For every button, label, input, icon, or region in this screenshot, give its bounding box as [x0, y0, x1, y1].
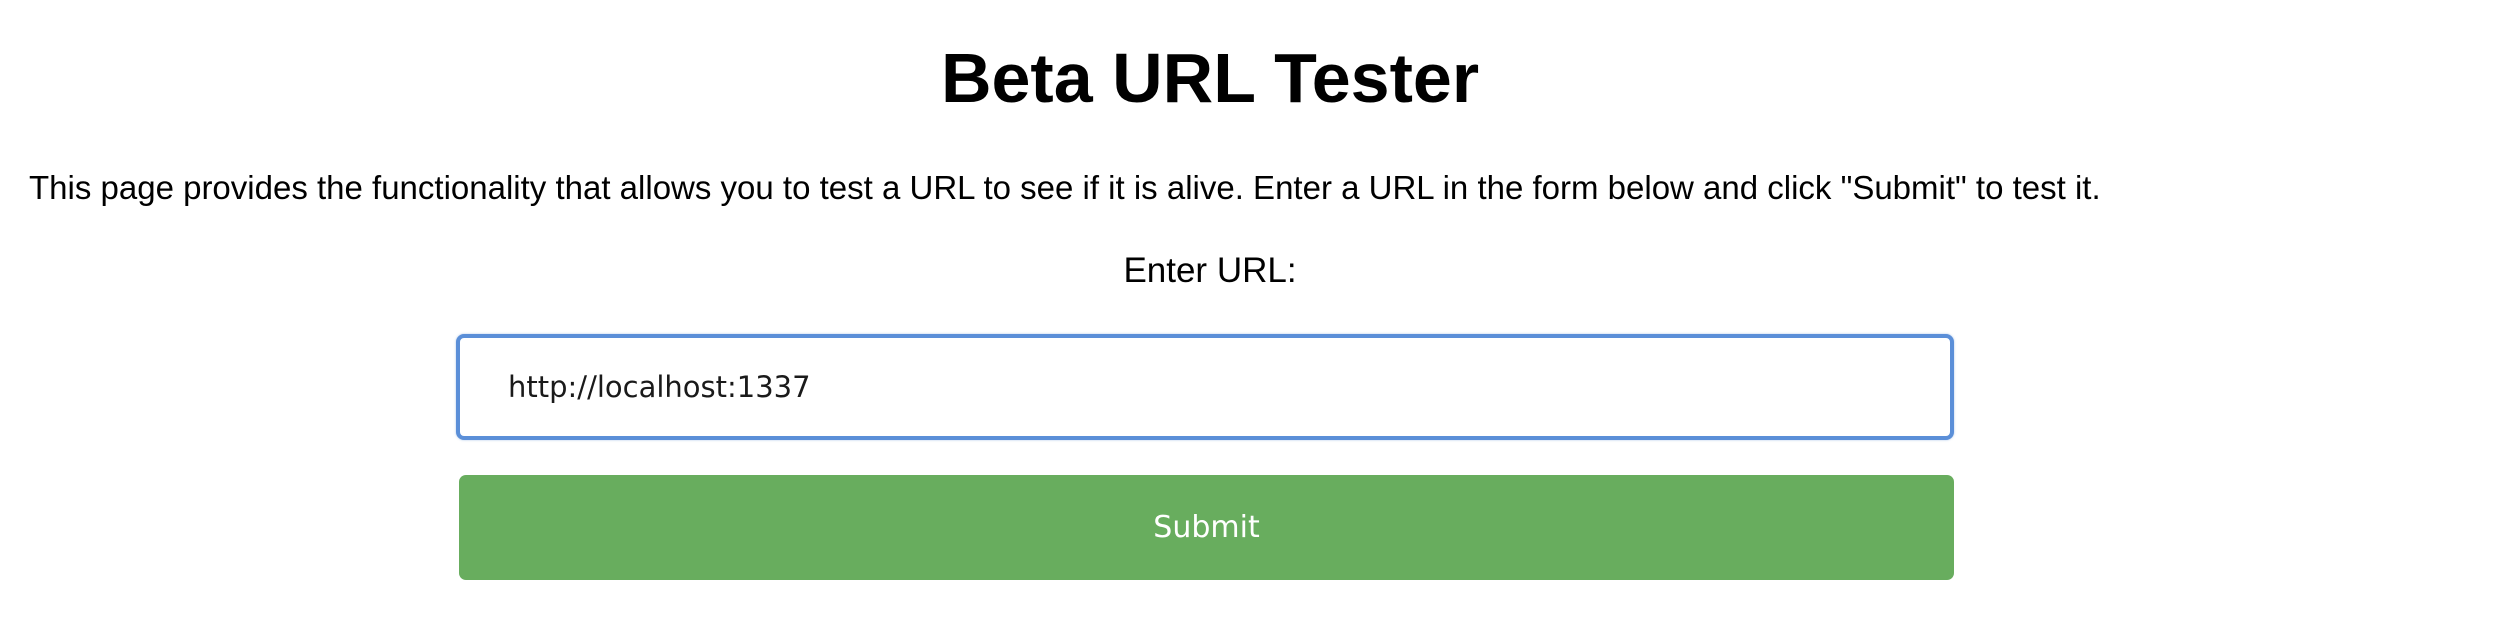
submit-button[interactable]: Submit [459, 475, 1954, 580]
url-input[interactable] [456, 334, 1954, 440]
page-description: This page provides the functionality tha… [29, 169, 2101, 206]
url-label: Enter URL: [1123, 251, 1297, 290]
page-title: Beta URL Tester [940, 39, 1480, 117]
